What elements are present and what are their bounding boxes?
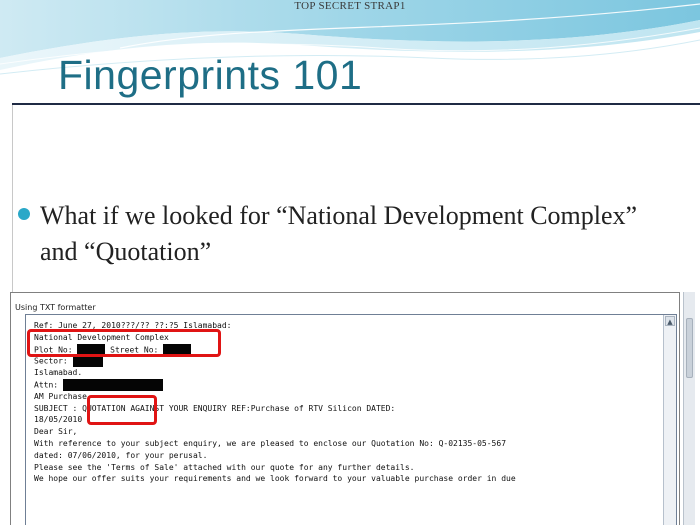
- email-line: Please see the 'Terms of Sale' attached …: [34, 462, 654, 474]
- email-line-text: 18/05/2010: [34, 415, 83, 425]
- email-line-text: Please see the 'Terms of Sale' attached …: [34, 462, 415, 472]
- redaction-block: [72, 355, 103, 368]
- email-line: Sector:: [34, 355, 654, 368]
- email-line-text: We hope our offer suits your requirement…: [34, 474, 516, 484]
- email-line-text: With reference to your subject enquiry, …: [34, 438, 507, 448]
- email-line-text: AM Purchase: [34, 391, 87, 401]
- email-line: Attn:: [34, 378, 654, 391]
- slide-title: Fingerprints 101: [58, 52, 363, 98]
- highlight-quotation: [87, 395, 157, 425]
- email-line-text: dated: 07/06/2010, for your perusal.: [34, 450, 208, 460]
- email-line: We hope our offer suits your requirement…: [34, 473, 654, 485]
- email-line-text: Dear Sir,: [34, 427, 78, 437]
- highlight-national-development-complex: [27, 329, 221, 357]
- slide: TOP SECRET STRAP1 Fingerprints 101 What …: [0, 0, 700, 525]
- bullet-icon: [18, 208, 30, 220]
- email-line: Islamabad.: [34, 367, 654, 379]
- email-line-text: Attn:: [34, 380, 63, 390]
- slide-scrollbar[interactable]: [683, 292, 695, 525]
- email-line-text: Sector:: [34, 356, 73, 366]
- email-scrollbar[interactable]: ▲: [663, 315, 676, 525]
- formatter-caption: Using TXT formatter: [15, 303, 96, 312]
- bullet-text: What if we looked for “National Developm…: [40, 201, 638, 266]
- scrollbar-thumb[interactable]: [686, 318, 693, 378]
- classification-marking: TOP SECRET STRAP1: [294, 0, 406, 12]
- redaction-block: [62, 378, 163, 391]
- email-line: dated: 07/06/2010, for your perusal.: [34, 450, 654, 462]
- email-line-text: Islamabad.: [34, 368, 83, 378]
- email-line: Dear Sir,: [34, 426, 654, 438]
- scroll-up-icon[interactable]: ▲: [665, 316, 675, 326]
- embedded-screenshot: Using TXT formatter Ref: June 27, 2010??…: [10, 292, 680, 525]
- email-line: With reference to your subject enquiry, …: [34, 438, 654, 450]
